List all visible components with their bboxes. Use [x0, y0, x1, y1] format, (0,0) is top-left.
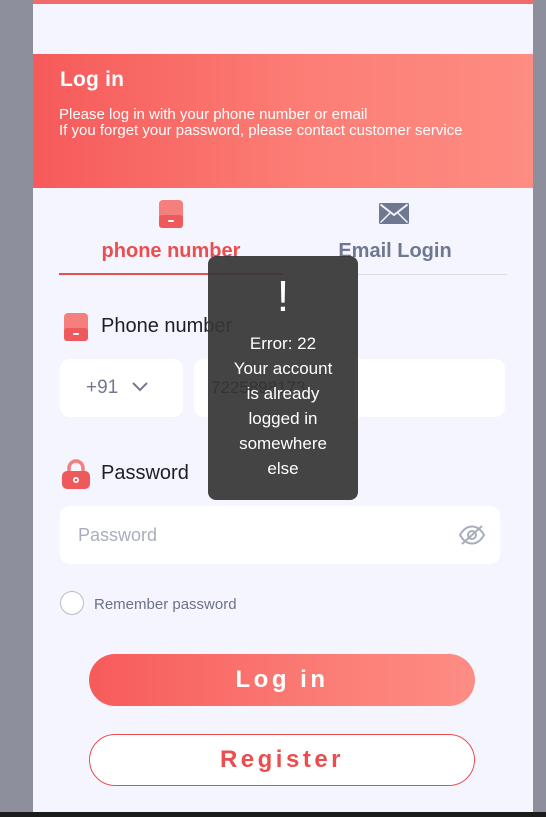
chevron-down-icon — [132, 382, 148, 392]
country-code-select[interactable]: +91 — [60, 359, 183, 417]
error-message-line-3: is already — [246, 384, 320, 403]
phone-icon — [159, 200, 183, 228]
error-message-line-4: logged in — [248, 409, 318, 428]
error-message-line-1: Error: 22 — [249, 334, 317, 353]
error-message-line-6: else — [267, 459, 299, 478]
error-toast: ! Error: 22 Your account is already logg… — [208, 256, 358, 500]
exclamation-icon: ! — [276, 272, 290, 321]
country-code-value: +91 — [86, 377, 119, 398]
login-header: Log in Please log in with your phone num… — [33, 54, 533, 188]
phone-icon — [64, 313, 88, 341]
error-message: Error: 22 Your account is already logged… — [222, 331, 344, 481]
header-subtitle-line-2: If you forget your password, please cont… — [59, 122, 463, 139]
eye-off-icon[interactable] — [459, 524, 485, 546]
bottom-edge-bar — [0, 812, 546, 817]
error-message-line-2: Your account — [233, 359, 333, 378]
top-accent-strip — [33, 0, 533, 4]
header-subtitle-line-1: Please log in with your phone number or … — [59, 106, 368, 123]
password-field[interactable] — [60, 506, 500, 564]
page-title: Log in — [60, 68, 125, 91]
register-button[interactable]: Register — [89, 734, 475, 786]
lock-icon — [62, 459, 90, 489]
remember-checkbox-circle[interactable] — [60, 591, 84, 615]
header-instructions: Please log in with your phone number or … — [59, 107, 463, 139]
error-message-line-5: somewhere — [239, 434, 327, 453]
password-input[interactable] — [78, 506, 448, 564]
mail-icon — [379, 203, 409, 224]
login-button[interactable]: Log in — [89, 654, 475, 706]
remember-password-label: Remember password — [94, 596, 237, 613]
password-label: Password — [101, 462, 189, 484]
